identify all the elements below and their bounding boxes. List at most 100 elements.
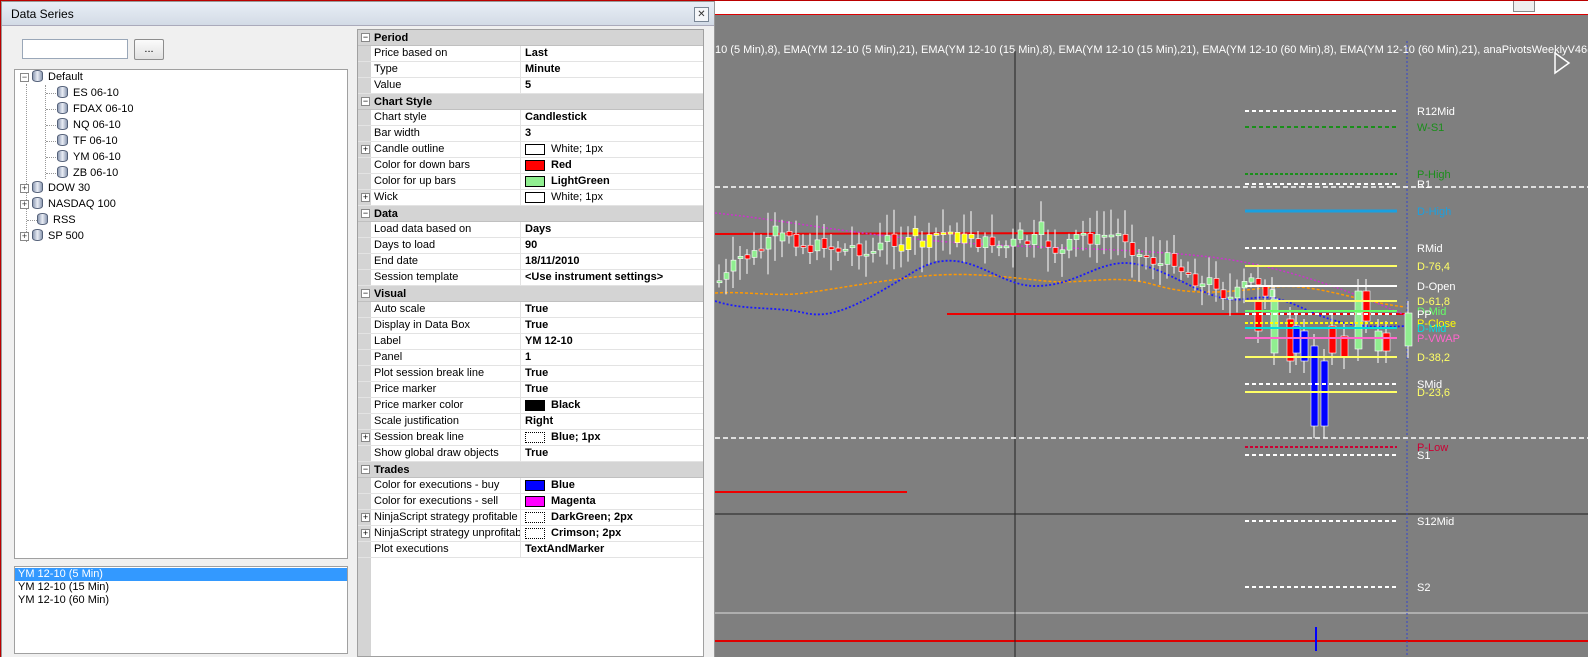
tree-item-instrument[interactable]: FDAX 06-10 xyxy=(57,102,134,117)
instrument-tree[interactable]: − Default ES 06-10 FDAX 06-10 NQ 06-10 TF… xyxy=(14,69,348,559)
property-value[interactable]: Magenta xyxy=(551,494,703,509)
tree-item-instrument[interactable]: YM 06-10 xyxy=(57,150,121,165)
category-period[interactable]: − Period xyxy=(358,30,703,46)
property-value[interactable]: Blue xyxy=(551,478,703,493)
browse-button[interactable]: ... xyxy=(134,39,164,60)
series-list-item[interactable]: YM 12-10 (60 Min) xyxy=(15,594,347,607)
property-grid[interactable]: − Period Price based on Last Type Minute Value… xyxy=(357,29,704,657)
property-row[interactable]: Value 5 xyxy=(358,78,703,94)
property-value[interactable]: DarkGreen; 2px xyxy=(551,510,703,525)
property-row[interactable]: Price marker color Black xyxy=(358,398,703,414)
chart-window[interactable]: 10 (5 Min),8), EMA(YM 12-10 (5 Min),21),… xyxy=(715,1,1588,657)
collapse-icon[interactable]: − xyxy=(361,465,370,474)
property-value[interactable]: White; 1px xyxy=(551,190,703,205)
property-value[interactable]: Right xyxy=(525,414,701,429)
tree-item-instrument[interactable]: ZB 06-10 xyxy=(57,166,118,181)
tree-item-instrument[interactable]: NQ 06-10 xyxy=(57,118,121,133)
property-value[interactable]: Days xyxy=(525,222,701,237)
collapse-icon[interactable]: − xyxy=(361,97,370,106)
close-icon[interactable]: ✕ xyxy=(694,7,709,22)
series-list-item[interactable]: YM 12-10 (5 Min) xyxy=(15,568,347,581)
collapse-icon[interactable]: − xyxy=(20,73,29,82)
property-row[interactable]: Display in Data Box True xyxy=(358,318,703,334)
property-value[interactable]: TextAndMarker xyxy=(525,542,701,557)
property-value[interactable]: 90 xyxy=(525,238,701,253)
property-row[interactable]: Load data based on Days xyxy=(358,222,703,238)
expand-icon[interactable]: + xyxy=(361,433,370,442)
property-value[interactable]: LightGreen xyxy=(551,174,703,189)
property-row[interactable]: Plot session break line True xyxy=(358,366,703,382)
property-row[interactable]: Days to load 90 xyxy=(358,238,703,254)
expand-icon[interactable]: + xyxy=(20,200,29,209)
property-value[interactable]: Last xyxy=(525,46,701,61)
property-value[interactable]: 3 xyxy=(525,126,701,141)
dialog-titlebar[interactable]: Data Series ✕ xyxy=(2,2,714,26)
property-row[interactable]: Plot executions TextAndMarker xyxy=(358,542,703,558)
series-list-item[interactable]: YM 12-10 (15 Min) xyxy=(15,581,347,594)
tree-node-default[interactable]: − Default xyxy=(20,70,83,85)
tree-node-nasdaq-100[interactable]: + NASDAQ 100 xyxy=(20,197,116,212)
property-row[interactable]: Bar width 3 xyxy=(358,126,703,142)
property-row[interactable]: Scale justification Right xyxy=(358,414,703,430)
expand-icon[interactable]: + xyxy=(361,513,370,522)
property-value[interactable]: 18/11/2010 xyxy=(525,254,701,269)
property-value[interactable]: Black xyxy=(551,398,703,413)
property-row[interactable]: Price marker True xyxy=(358,382,703,398)
category-chart-style[interactable]: − Chart Style xyxy=(358,94,703,110)
property-row[interactable]: + Wick White; 1px xyxy=(358,190,703,206)
property-row[interactable]: Price based on Last xyxy=(358,46,703,62)
property-value[interactable]: True xyxy=(525,302,701,317)
property-value[interactable]: Crimson; 2px xyxy=(551,526,703,541)
property-row[interactable]: Label YM 12-10 xyxy=(358,334,703,350)
category-data[interactable]: − Data xyxy=(358,206,703,222)
property-value[interactable]: 5 xyxy=(525,78,701,93)
tree-node-rss[interactable]: RSS xyxy=(37,213,76,228)
property-value[interactable]: YM 12-10 xyxy=(525,334,701,349)
property-value[interactable]: Minute xyxy=(525,62,701,77)
property-value[interactable]: White; 1px xyxy=(551,142,703,157)
property-value[interactable]: True xyxy=(525,382,701,397)
property-value[interactable]: Blue; 1px xyxy=(551,430,703,445)
property-row[interactable]: + NinjaScript strategy unprofitabl Crimson… xyxy=(358,526,703,542)
collapse-icon[interactable]: − xyxy=(361,209,370,218)
property-row[interactable]: + Session break line Blue; 1px xyxy=(358,430,703,446)
chart-canvas[interactable]: R12MidW-S1P-HighR1D-HighRMidD-76,4D-Open… xyxy=(715,1,1588,657)
property-row[interactable]: Panel 1 xyxy=(358,350,703,366)
candle xyxy=(807,244,814,253)
expand-icon[interactable]: + xyxy=(361,145,370,154)
property-row[interactable]: End date 18/11/2010 xyxy=(358,254,703,270)
expand-icon[interactable]: + xyxy=(20,232,29,241)
tree-item-instrument[interactable]: TF 06-10 xyxy=(57,134,118,149)
property-row[interactable]: Color for executions - sell Magenta xyxy=(358,494,703,510)
series-list[interactable]: YM 12-10 (5 Min) YM 12-10 (15 Min) YM 12… xyxy=(14,566,348,654)
property-value[interactable]: 1 xyxy=(525,350,701,365)
property-value[interactable]: <Use instrument settings> xyxy=(525,270,701,285)
property-value[interactable]: Red xyxy=(551,158,703,173)
expand-icon[interactable]: + xyxy=(20,184,29,193)
property-value[interactable]: Candlestick xyxy=(525,110,701,125)
property-row[interactable]: Session template <Use instrument settings… xyxy=(358,270,703,286)
property-row[interactable]: + Candle outline White; 1px xyxy=(358,142,703,158)
candle xyxy=(1094,234,1101,245)
collapse-icon[interactable]: − xyxy=(361,33,370,42)
tree-item-instrument[interactable]: ES 06-10 xyxy=(57,86,119,101)
expand-icon[interactable]: + xyxy=(361,529,370,538)
category-trades[interactable]: − Trades xyxy=(358,462,703,478)
category-visual[interactable]: − Visual xyxy=(358,286,703,302)
property-row[interactable]: Color for down bars Red xyxy=(358,158,703,174)
tree-node-sp-500[interactable]: + SP 500 xyxy=(20,229,84,244)
tree-node-dow-30[interactable]: + DOW 30 xyxy=(20,181,90,196)
expand-icon[interactable]: + xyxy=(361,193,370,202)
property-row[interactable]: Chart style Candlestick xyxy=(358,110,703,126)
property-value[interactable]: True xyxy=(525,318,701,333)
property-value[interactable]: True xyxy=(525,366,701,381)
property-row[interactable]: Color for executions - buy Blue xyxy=(358,478,703,494)
property-value[interactable]: True xyxy=(525,446,701,461)
property-row[interactable]: Show global draw objects True xyxy=(358,446,703,462)
collapse-icon[interactable]: − xyxy=(361,289,370,298)
property-row[interactable]: Color for up bars LightGreen xyxy=(358,174,703,190)
property-row[interactable]: + NinjaScript strategy profitable DarkGree… xyxy=(358,510,703,526)
property-row[interactable]: Type Minute xyxy=(358,62,703,78)
property-row[interactable]: Auto scale True xyxy=(358,302,703,318)
instrument-search-input[interactable] xyxy=(22,39,128,59)
